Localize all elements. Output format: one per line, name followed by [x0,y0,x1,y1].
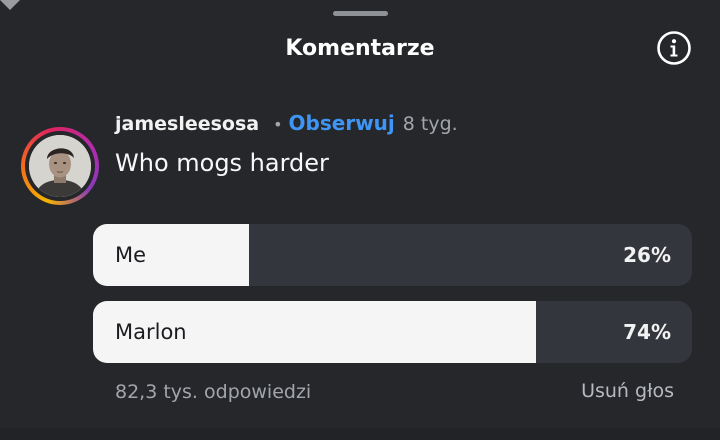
username-link[interactable]: jamesleesosa [115,113,259,135]
comment-text: Who mogs harder [115,149,329,177]
follow-button[interactable]: Obserwuj [289,111,395,135]
info-circle-icon [657,31,691,65]
comment-meta: jamesleesosa • Obserwuj 8 tyg. [115,111,458,135]
poll-option-percent: 74% [623,320,671,344]
poll-option-label: Me [115,243,147,267]
meta-separator: • [273,115,283,134]
corner-indicator [0,0,20,10]
info-button[interactable] [656,30,692,66]
comment-age: 8 tyg. [402,113,458,135]
poll-option-percent: 26% [623,243,671,267]
replies-count: 82,3 tys. odpowiedzi [115,381,312,403]
page-title: Komentarze [285,36,435,61]
poll-option-label: Marlon [115,320,187,344]
poll-option-me[interactable]: Me 26% [93,224,692,286]
profile-photo [29,135,91,197]
remove-vote-button[interactable]: Usuń głos [581,380,674,402]
bottom-divider [0,428,720,440]
poll-option-marlon[interactable]: Marlon 74% [93,301,692,363]
sheet-drag-handle[interactable] [333,11,388,16]
avatar[interactable] [21,127,99,205]
